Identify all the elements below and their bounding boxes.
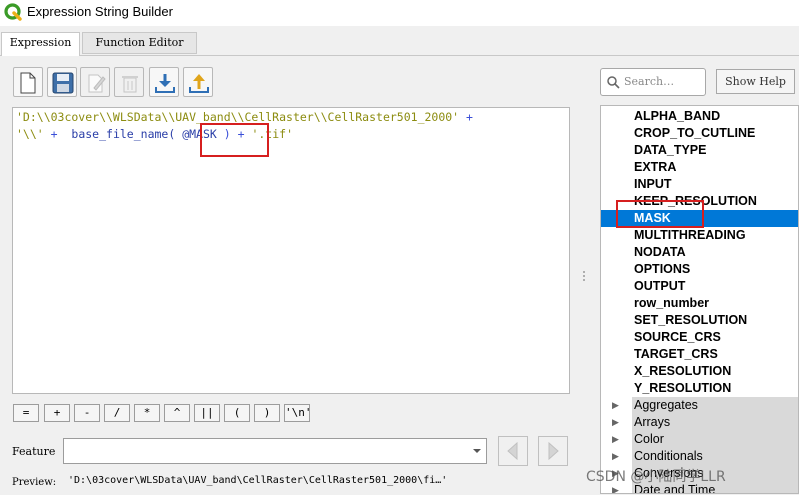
operator-close-paren-button[interactable]: ): [254, 404, 280, 422]
preview-label: Preview:: [12, 477, 57, 488]
operator-divide-button[interactable]: /: [104, 404, 130, 422]
watermark: CSDN @小陆同学LLR: [586, 469, 726, 485]
group-aggregates[interactable]: ▶ Aggregates: [601, 397, 798, 414]
group-conditionals[interactable]: ▶ Conditionals: [601, 448, 798, 465]
chevron-down-icon: [473, 449, 481, 453]
show-help-button[interactable]: Show Help: [716, 69, 795, 94]
new-file-icon: [20, 72, 36, 94]
delete-icon: [122, 76, 138, 93]
arrow-left-icon: [507, 441, 518, 461]
import-button[interactable]: [149, 67, 179, 97]
string-literal: 'D:\\03cover\\WLSData\\UAV_band\\CellRas…: [16, 110, 460, 124]
feature-label: Feature: [12, 445, 56, 458]
next-feature-button[interactable]: [538, 436, 568, 466]
operator: +: [459, 110, 473, 124]
delete-button[interactable]: [114, 67, 144, 97]
preview-value: 'D:\03cover\WLSData\UAV_band\CellRaster\…: [68, 475, 448, 486]
list-item-set-resolution[interactable]: SET_RESOLUTION: [601, 312, 798, 329]
save-icon: [52, 72, 74, 94]
group-arrays[interactable]: ▶ Arrays: [601, 414, 798, 431]
operator-power-button[interactable]: ^: [164, 404, 190, 422]
string-literal: '\\': [16, 127, 44, 141]
feature-combobox[interactable]: [63, 438, 487, 464]
list-item-input[interactable]: INPUT: [601, 176, 798, 193]
list-item-x-resolution[interactable]: X_RESOLUTION: [601, 363, 798, 380]
mask-highlight-box: [200, 123, 269, 157]
expand-arrow-icon[interactable]: ▶: [612, 414, 619, 431]
import-icon: [155, 74, 175, 93]
save-button[interactable]: [47, 67, 77, 97]
expand-arrow-icon[interactable]: ▶: [612, 397, 619, 414]
list-item-options[interactable]: OPTIONS: [601, 261, 798, 278]
list-item-data-type[interactable]: DATA_TYPE: [601, 142, 798, 159]
export-button[interactable]: [183, 67, 213, 97]
list-item-crop-to-cutline[interactable]: CROP_TO_CUTLINE: [601, 125, 798, 142]
expand-arrow-icon[interactable]: ▶: [612, 448, 619, 465]
list-item-source-crs[interactable]: SOURCE_CRS: [601, 329, 798, 346]
edit-icon: [88, 74, 106, 93]
operator-minus-button[interactable]: -: [74, 404, 100, 422]
window-title: Expression String Builder: [27, 4, 173, 19]
previous-feature-button[interactable]: [498, 436, 528, 466]
list-item-multithreading[interactable]: MULTITHREADING: [601, 227, 798, 244]
expression-editor[interactable]: 'D:\\03cover\\WLSData\\UAV_band\\CellRas…: [12, 107, 570, 394]
function-list[interactable]: ALPHA_BAND CROP_TO_CUTLINE DATA_TYPE EXT…: [600, 105, 799, 494]
tab-expression[interactable]: Expression: [1, 32, 80, 56]
list-item-y-resolution[interactable]: Y_RESOLUTION: [601, 380, 798, 397]
edit-button[interactable]: [80, 67, 110, 97]
list-item-target-crs[interactable]: TARGET_CRS: [601, 346, 798, 363]
qgis-logo-icon: [4, 3, 22, 21]
title-bar: Expression String Builder: [0, 0, 799, 26]
expand-arrow-icon[interactable]: ▶: [612, 431, 619, 448]
operator-equals-button[interactable]: =: [13, 404, 39, 422]
list-item-extra[interactable]: EXTRA: [601, 159, 798, 176]
search-placeholder: Search…: [624, 75, 675, 88]
function-call: base_file_name(: [71, 127, 176, 141]
editor-line-1: 'D:\\03cover\\WLSData\\UAV_band\\CellRas…: [16, 110, 473, 124]
operator-multiply-button[interactable]: *: [134, 404, 160, 422]
list-item-nodata[interactable]: NODATA: [601, 244, 798, 261]
operator-newline-button[interactable]: '\n': [284, 404, 312, 422]
new-expression-button[interactable]: [13, 67, 43, 97]
export-icon: [189, 74, 209, 93]
search-input[interactable]: Search…: [600, 68, 706, 96]
list-item-row-number[interactable]: row_number: [601, 295, 798, 312]
operator: +: [43, 127, 72, 141]
operator-plus-button[interactable]: +: [44, 404, 70, 422]
mask-list-highlight-box: [616, 200, 704, 228]
tab-function-editor[interactable]: Function Editor: [82, 32, 197, 54]
operator-open-paren-button[interactable]: (: [224, 404, 250, 422]
list-item-output[interactable]: OUTPUT: [601, 278, 798, 295]
operator-concat-button[interactable]: ||: [194, 404, 220, 422]
splitter-handle[interactable]: [582, 270, 586, 282]
search-icon: [607, 76, 620, 89]
arrow-right-icon: [548, 441, 559, 461]
list-item-alpha-band[interactable]: ALPHA_BAND: [601, 108, 798, 125]
group-color[interactable]: ▶ Color: [601, 431, 798, 448]
